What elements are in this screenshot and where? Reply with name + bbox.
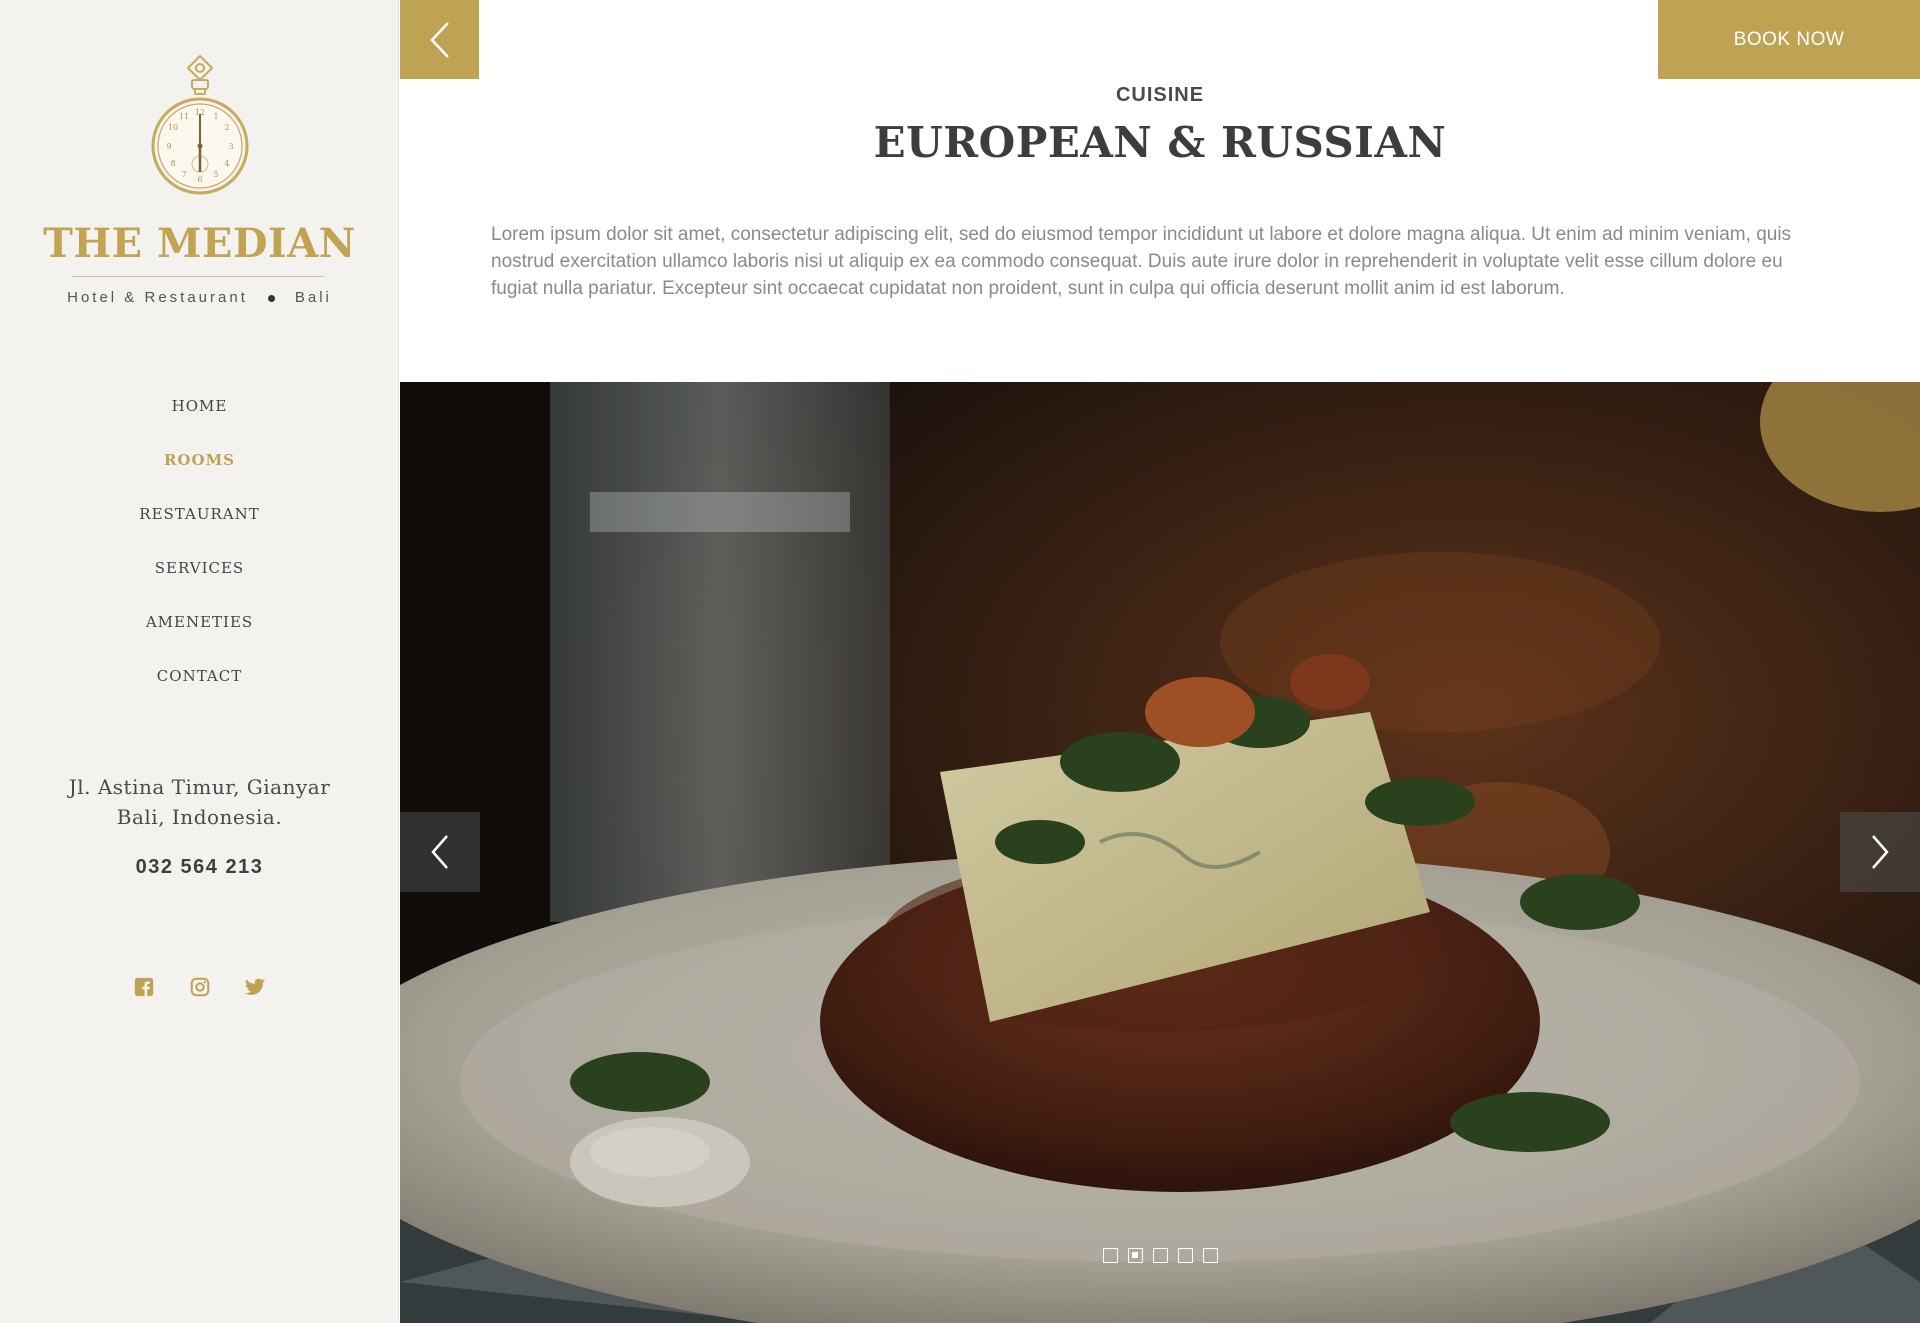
main-nav: HOME ROOMS RESTAURANT SERVICES AMENETIES… xyxy=(0,394,399,718)
slider-dot[interactable] xyxy=(1202,1248,1218,1263)
description: Lorem ipsum dolor sit amet, consectetur … xyxy=(491,224,1792,299)
chevron-left-icon xyxy=(431,835,448,869)
book-now-button[interactable]: BOOK NOW xyxy=(1658,0,1920,79)
svg-text:5: 5 xyxy=(213,170,218,179)
back-button[interactable] xyxy=(400,0,479,79)
nav-item-services[interactable]: SERVICES xyxy=(0,556,399,610)
nav-item-rooms[interactable]: ROOMS xyxy=(0,448,399,502)
brand-tagline: Hotel & Restaurant Bali xyxy=(0,289,399,306)
slider-dot-active[interactable] xyxy=(1127,1248,1143,1263)
twitter-icon[interactable] xyxy=(244,976,266,998)
phone-number[interactable]: 032 564 213 xyxy=(0,856,399,879)
tagline-left: Hotel & Restaurant xyxy=(67,289,248,306)
tagline-right: Bali xyxy=(294,289,332,306)
slider-dot[interactable] xyxy=(1177,1248,1193,1263)
facebook-icon[interactable] xyxy=(133,976,155,998)
svg-text:2: 2 xyxy=(224,123,229,132)
slider-pagination xyxy=(400,1248,1920,1263)
brand-name[interactable]: THE MEDIAN xyxy=(0,220,399,267)
section-kicker: CUISINE xyxy=(1115,84,1205,106)
brand-divider xyxy=(72,276,324,277)
nav-item-home[interactable]: HOME xyxy=(0,394,399,448)
social-links xyxy=(0,976,399,998)
slider-next-button[interactable] xyxy=(1840,812,1920,892)
nav-item-contact[interactable]: CONTACT xyxy=(0,664,399,718)
address-line-1: Jl. Astina Timur, Gianyar xyxy=(68,775,331,799)
image-slider xyxy=(400,382,1920,1323)
chevron-left-icon xyxy=(429,21,449,58)
food-photo xyxy=(400,382,1920,1323)
svg-text:6: 6 xyxy=(197,175,202,184)
nav-item-ameneties[interactable]: AMENETIES xyxy=(0,610,399,664)
slider-dot[interactable] xyxy=(1102,1248,1118,1263)
svg-text:4: 4 xyxy=(224,159,229,168)
address: Jl. Astina Timur, Gianyar Bali, Indonesi… xyxy=(0,772,399,832)
svg-text:9: 9 xyxy=(166,142,171,151)
nav-item-restaurant[interactable]: RESTAURANT xyxy=(0,502,399,556)
slider-prev-button[interactable] xyxy=(400,812,480,892)
svg-text:3: 3 xyxy=(228,142,233,151)
address-line-2: Bali, Indonesia. xyxy=(116,805,283,829)
chevron-right-icon xyxy=(1872,835,1889,869)
sidebar: 12 1 2 345 678 9 10 11 THE MEDIAN Hotel & Re… xyxy=(0,0,399,1323)
slider-dot[interactable] xyxy=(1152,1248,1168,1263)
svg-text:8: 8 xyxy=(170,159,175,168)
svg-text:1: 1 xyxy=(213,112,218,121)
svg-text:10: 10 xyxy=(168,123,178,132)
instagram-icon[interactable] xyxy=(189,976,211,998)
page-title: EUROPEAN & RUSSIAN xyxy=(873,118,1447,167)
svg-text:7: 7 xyxy=(181,170,186,179)
svg-text:11: 11 xyxy=(179,112,189,121)
pocket-watch-logo[interactable]: 12 1 2 345 678 9 10 11 xyxy=(148,52,252,196)
bullet-separator xyxy=(267,294,275,302)
